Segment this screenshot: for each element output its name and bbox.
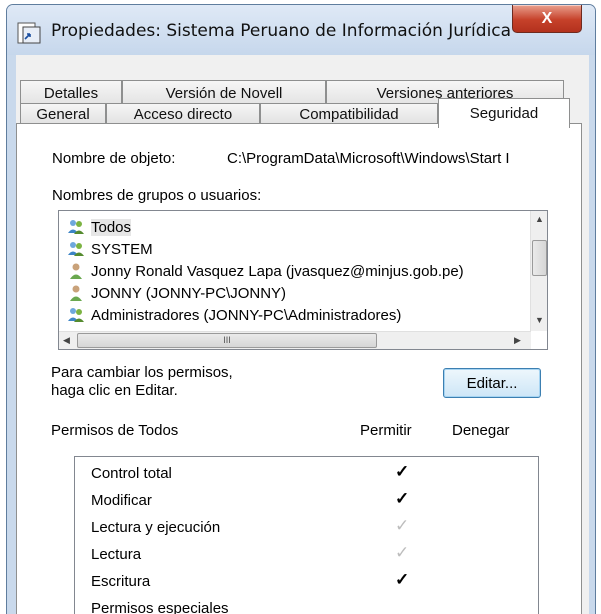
group-name: Administradores (JONNY-PC\Administradore… [91,306,402,324]
horizontal-scrollbar[interactable]: ◀ III ▶ [59,331,531,349]
permission-name: Permisos especiales [91,599,229,614]
horizontal-scroll-thumb[interactable]: III [77,333,377,348]
permission-name: Modificar [91,491,152,509]
deny-column-header: Denegar [452,422,510,439]
group-name: JONNY (JONNY-PC\JONNY) [91,284,287,302]
list-item[interactable]: Administradores (JONNY-PC\Administradore… [67,304,401,326]
permission-row: Escritura [91,570,150,592]
permissions-list[interactable]: Control total ✓ Modificar ✓ Lectura y ej… [74,456,539,614]
user-icon [70,263,82,279]
scroll-up-icon[interactable]: ▲ [535,214,544,224]
permission-name: Escritura [91,572,151,590]
user-icon [70,285,82,301]
tab-seguridad[interactable]: Seguridad [438,98,570,128]
allow-check-icon: ✓ [395,516,410,535]
users-group-icon [68,308,84,322]
allow-column-header: Permitir [360,422,412,439]
tab-general[interactable]: General [20,103,106,124]
group-name: SYSTEM [91,240,153,258]
permission-row: Lectura [91,543,141,565]
window-title: Propiedades: Sistema Peruano de Informac… [51,21,512,41]
permission-name: Lectura y ejecución [91,518,221,536]
users-group-icon [68,242,84,256]
allow-check-icon: ✓ [395,462,410,481]
list-item[interactable]: JONNY (JONNY-PC\JONNY) [67,282,286,304]
permission-name: Control total [91,464,172,482]
dialog-body: Detalles Versión de Novell Versiones ant… [16,55,589,614]
vertical-scroll-thumb[interactable] [532,240,547,276]
vertical-scrollbar[interactable]: ▲ ▼ [530,211,547,331]
group-name: Todos [91,218,132,236]
object-name-label: Nombre de objeto: [52,150,176,167]
groups-label: Nombres de grupos o usuarios: [52,187,262,204]
edit-button[interactable]: Editar... [443,368,541,398]
group-name: Jonny Ronald Vasquez Lapa (jvasquez@minj… [91,262,464,280]
change-hint-line1: Para cambiar los permisos, [51,364,233,381]
permissions-label: Permisos de Todos [51,422,179,439]
scroll-down-icon[interactable]: ▼ [535,315,544,325]
scroll-left-icon[interactable]: ◀ [63,335,70,346]
permission-name: Lectura [91,545,142,563]
allow-check-icon: ✓ [395,489,410,508]
list-item[interactable]: SYSTEM [67,238,153,260]
change-hint-line2: haga clic en Editar. [51,382,178,399]
users-group-icon [68,220,84,234]
allow-check-icon: ✓ [395,570,410,589]
permission-row: Control total [91,462,172,484]
list-item[interactable]: Todos [67,216,132,238]
tab-compatibilidad[interactable]: Compatibilidad [260,103,438,124]
tab-acceso-directo[interactable]: Acceso directo [106,103,260,124]
permission-row: Modificar [91,489,152,511]
shortcut-file-icon [17,22,41,44]
scroll-right-icon[interactable]: ▶ [514,335,521,346]
permission-row: Lectura y ejecución [91,516,220,538]
title-bar[interactable]: Propiedades: Sistema Peruano de Informac… [7,5,595,55]
close-button[interactable]: X [512,5,582,33]
properties-window: Propiedades: Sistema Peruano de Informac… [6,4,596,614]
object-name-value: C:\ProgramData\Microsoft\Windows\Start I [227,150,510,167]
permission-row: Permisos especiales [91,597,229,614]
allow-check-icon: ✓ [395,543,410,562]
list-item[interactable]: Jonny Ronald Vasquez Lapa (jvasquez@minj… [67,260,464,282]
groups-list[interactable]: Todos SYSTEM Jonny Ronald Vasquez Lapa (… [58,210,548,350]
